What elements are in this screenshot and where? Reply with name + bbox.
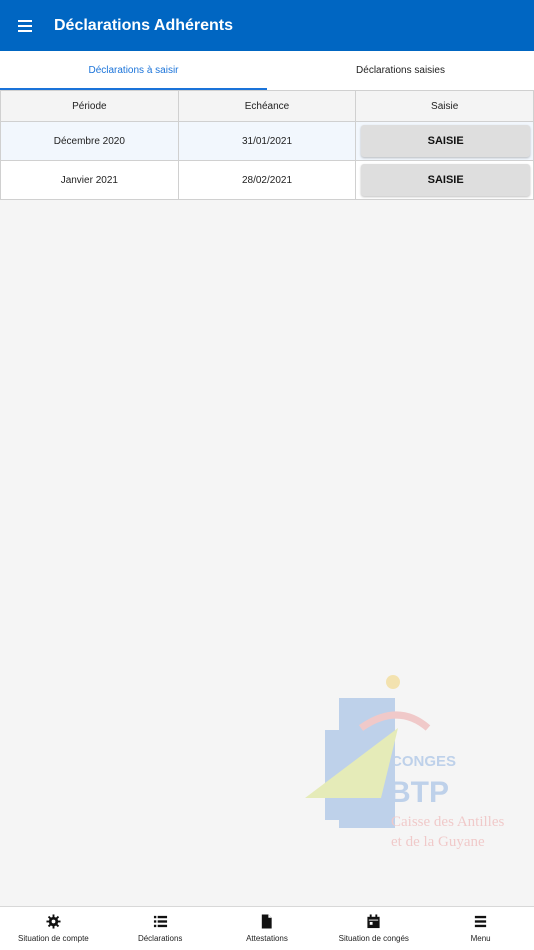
nav-situation-de-conges[interactable]: Situation de congés <box>320 907 427 950</box>
table-row: Janvier 2021 28/02/2021 SAISIE <box>0 160 534 200</box>
cell-echeance: 28/02/2021 <box>177 160 357 200</box>
cell-saisie: SAISIE <box>355 160 534 200</box>
hamburger-menu-button[interactable] <box>0 0 50 51</box>
nav-label: Menu <box>470 934 491 943</box>
calendar-icon <box>366 913 382 929</box>
nav-declarations[interactable]: Déclarations <box>107 907 214 950</box>
nav-attestations[interactable]: Attestations <box>214 907 321 950</box>
declarations-table: Période Echéance Saisie Décembre 2020 31… <box>0 90 534 200</box>
cell-saisie: SAISIE <box>355 121 534 161</box>
logo-line2: BTP <box>389 776 449 809</box>
page-title: Déclarations Adhérents <box>54 16 234 34</box>
nav-label: Situation de congés <box>338 934 409 943</box>
logo-line1: CONGES <box>391 753 456 770</box>
nav-menu[interactable]: Menu <box>427 907 534 950</box>
cell-periode: Janvier 2021 <box>0 160 179 200</box>
table-header-row: Période Echéance Saisie <box>0 90 534 122</box>
list-icon <box>152 913 168 929</box>
logo-line4: et de la Guyane <box>391 834 485 850</box>
app-bar: Déclarations Adhérents <box>0 0 534 51</box>
hamburger-icon <box>18 19 32 32</box>
logo-line3: Caisse des Antilles <box>391 814 504 830</box>
menu-icon <box>473 913 489 929</box>
tab-declarations-saisies[interactable]: Déclarations saisies <box>267 51 534 90</box>
column-header-periode: Période <box>0 90 179 122</box>
nav-label: Attestations <box>246 934 288 943</box>
tab-bar: Déclarations à saisir Déclarations saisi… <box>0 51 534 90</box>
column-header-saisie: Saisie <box>355 90 534 122</box>
nav-situation-de-compte[interactable]: Situation de compte <box>0 907 107 950</box>
nav-label: Déclarations <box>137 934 183 943</box>
document-icon <box>259 913 275 929</box>
conges-btp-logo: CONGES BTP Caisse des Antilles et de la … <box>303 670 525 860</box>
gear-icon <box>45 913 61 929</box>
saisie-button[interactable]: SAISIE <box>361 164 530 196</box>
logo-sun <box>386 675 400 689</box>
cell-echeance: 31/01/2021 <box>177 121 357 161</box>
saisie-button[interactable]: SAISIE <box>361 125 530 157</box>
column-header-echeance: Echéance <box>177 90 357 122</box>
bottom-navigation: Situation de compte Déclarations Attesta… <box>0 906 534 950</box>
cell-periode: Décembre 2020 <box>0 121 179 161</box>
table-row: Décembre 2020 31/01/2021 SAISIE <box>0 121 534 161</box>
tab-declarations-a-saisir[interactable]: Déclarations à saisir <box>0 51 267 90</box>
nav-label: Situation de compte <box>18 934 89 943</box>
